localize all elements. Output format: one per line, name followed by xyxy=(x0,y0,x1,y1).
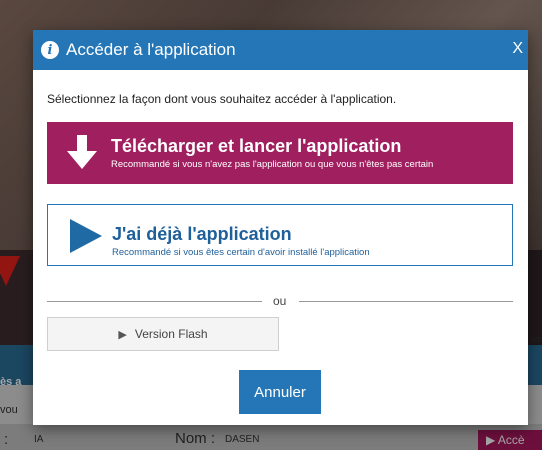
flash-version-label: Version Flash xyxy=(134,327,208,341)
download-launch-button[interactable]: Télécharger et lancer l'application Reco… xyxy=(47,122,513,184)
download-arrow-icon xyxy=(67,135,97,169)
divider-line-left xyxy=(47,301,262,302)
dialog-title: Accéder à l'application xyxy=(66,40,236,59)
close-button[interactable]: X xyxy=(512,40,523,58)
have-app-title: J'ai déjà l'application xyxy=(112,224,292,244)
download-title: Télécharger et lancer l'application xyxy=(111,136,402,156)
divider-line-right xyxy=(299,301,513,302)
dialog-instructions: Sélectionnez la façon dont vous souhaite… xyxy=(47,92,397,106)
have-app-subtitle: Recommandé si vous êtes certain d'avoir … xyxy=(112,247,370,258)
or-divider: ou xyxy=(47,294,513,308)
download-subtitle: Recommandé si vous n'avez pas l'applicat… xyxy=(111,159,434,170)
already-have-app-button[interactable]: J'ai déjà l'application Recommandé si vo… xyxy=(47,204,513,266)
cancel-button[interactable]: Annuler xyxy=(239,370,321,414)
access-dialog: i Accéder à l'application X Sélectionnez… xyxy=(33,30,528,425)
play-small-icon: ▶ xyxy=(118,328,127,341)
dialog-header: i Accéder à l'application X xyxy=(33,30,528,70)
divider-text: ou xyxy=(273,294,287,308)
play-icon xyxy=(70,219,102,253)
info-icon: i xyxy=(41,41,59,59)
flash-version-button[interactable]: ▶ Version Flash xyxy=(47,317,279,351)
